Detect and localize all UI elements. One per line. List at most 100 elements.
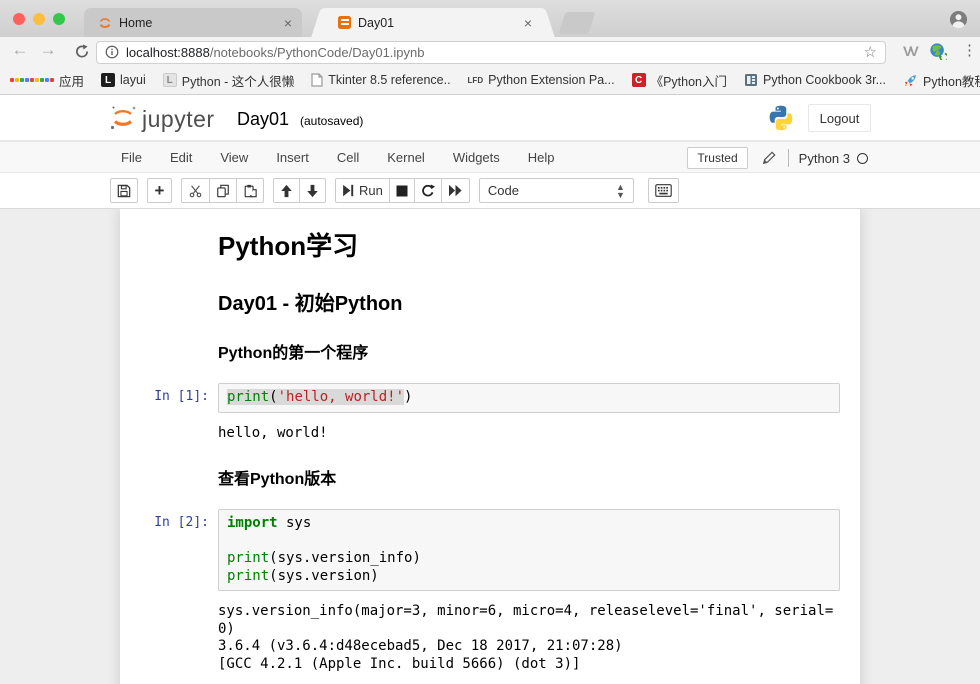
layui-icon: L [101, 73, 115, 87]
bookmark-python-tutorial[interactable]: Python教程 [903, 71, 980, 90]
profile-avatar-icon[interactable] [949, 10, 968, 29]
bookmark-label: 应用 [59, 71, 84, 90]
bookmark-python-extension[interactable]: LFD Python Extension Pa... [468, 73, 615, 87]
paste-cell-button[interactable] [237, 178, 264, 203]
book-icon [744, 73, 758, 87]
menu-cell[interactable]: Cell [337, 150, 359, 165]
tab-day01[interactable]: Day01 × [324, 8, 542, 37]
bookmark-python-intro[interactable]: C 《Python入门 [632, 71, 727, 90]
code-cell-2[interactable]: In [2]: import sys print(sys.version_inf… [135, 504, 845, 596]
menu-edit[interactable]: Edit [170, 150, 192, 165]
save-button[interactable] [110, 178, 138, 203]
chrome-menu-icon[interactable]: ⋮ [962, 41, 977, 59]
tab-close-icon[interactable]: × [524, 15, 532, 31]
menu-list: File Edit View Insert Cell Kernel Widget… [121, 150, 583, 165]
code-lines: import sys print(sys.version_info) print… [227, 515, 831, 585]
markdown-cell-first-program[interactable]: Python的第一个程序 [135, 323, 845, 370]
reload-button[interactable] [70, 44, 94, 59]
code-input-area[interactable]: import sys print(sys.version_info) print… [218, 509, 840, 591]
tab-home[interactable]: Home × [84, 8, 302, 37]
restart-icon [421, 184, 435, 198]
output-cell-2: sys.version_info(major=3, minor=6, micro… [135, 596, 845, 680]
notebook-title[interactable]: Day01 [237, 109, 289, 130]
kernel-idle-icon [857, 153, 868, 164]
url-bar[interactable]: localhost:8888 /notebooks/PythonCode/Day… [96, 41, 886, 64]
bookmark-cookbook[interactable]: Python Cookbook 3r... [744, 73, 886, 87]
bookmark-star-icon[interactable]: ☆ [864, 43, 877, 61]
mac-minimize-button[interactable] [33, 13, 45, 25]
cell-type-value: Code [488, 183, 519, 198]
tab-title: Day01 [358, 16, 518, 30]
markdown-cell-title[interactable]: Python学习 [135, 215, 845, 270]
forward-button[interactable]: → [36, 40, 60, 60]
new-tab-button[interactable] [558, 12, 595, 34]
interrupt-kernel-button[interactable] [390, 178, 415, 203]
mac-zoom-button[interactable] [53, 13, 65, 25]
mac-close-button[interactable] [13, 13, 25, 25]
translate-globe-icon[interactable] [929, 42, 947, 60]
tab-close-icon[interactable]: × [284, 15, 292, 31]
menu-kernel[interactable]: Kernel [387, 150, 425, 165]
run-label: Run [359, 183, 383, 198]
back-button[interactable]: ← [8, 40, 32, 60]
move-cell-up-button[interactable] [273, 178, 300, 203]
cell-type-select[interactable]: Code ▲▼ [479, 178, 634, 203]
markdown-cell-day01[interactable]: Day01 - 初始Python [135, 270, 845, 323]
restart-run-all-button[interactable] [442, 178, 470, 203]
logout-button[interactable]: Logout [808, 104, 871, 132]
prompt-empty [140, 275, 218, 318]
run-cell-button[interactable]: Run [335, 178, 390, 203]
lfd-icon: LFD [468, 76, 484, 85]
bookmark-python-blog[interactable]: L Python - 这个人很懒 [163, 71, 295, 90]
select-arrows-icon: ▲▼ [616, 183, 625, 199]
bookmark-apps[interactable]: 应用 [10, 71, 84, 90]
heading-python-study: Python学习 [218, 226, 840, 263]
notebook-toolbar: + [0, 173, 980, 209]
stop-icon [396, 185, 408, 197]
notebook-file-icon [338, 16, 351, 29]
arrow-up-icon [280, 184, 293, 198]
prompt-empty [140, 220, 218, 265]
extension-v-icon[interactable]: VV [903, 43, 916, 59]
heading-first-program: Python的第一个程序 [218, 339, 840, 363]
input-prompt: In [1]: [140, 383, 218, 413]
run-icon [342, 184, 354, 197]
restart-kernel-button[interactable] [415, 178, 442, 203]
bookmark-label: Python教程 [923, 71, 980, 90]
add-cell-button[interactable]: + [147, 178, 172, 203]
page-info-icon[interactable] [105, 45, 119, 59]
arrow-down-icon [306, 184, 319, 198]
copy-cell-button[interactable] [210, 178, 237, 203]
menu-widgets[interactable]: Widgets [453, 150, 500, 165]
menu-insert[interactable]: Insert [276, 150, 309, 165]
cut-cell-button[interactable] [181, 178, 210, 203]
code-input-area[interactable]: print('hello, world!') [218, 383, 840, 413]
heading-day01: Day01 - 初始Python [218, 287, 840, 316]
python-logo-icon [767, 104, 795, 132]
input-prompt: In [2]: [140, 509, 218, 591]
trusted-button[interactable]: Trusted [687, 147, 747, 169]
move-cell-down-button[interactable] [300, 178, 326, 203]
bookmark-label: 《Python入门 [651, 71, 727, 90]
menu-view[interactable]: View [220, 150, 248, 165]
rocket-icon [903, 73, 918, 88]
jupyter-header: jupyter Day01 (autosaved) Logout [0, 95, 980, 141]
kernel-name[interactable]: Python 3 [799, 151, 850, 166]
edit-pencil-icon[interactable] [762, 151, 776, 165]
url-path: /notebooks/PythonCode/Day01.ipynb [210, 45, 425, 60]
notebook-scroll-area[interactable]: Python学习 Day01 - 初始Python Python的第一个程序 I… [0, 209, 980, 684]
menu-file[interactable]: File [121, 150, 142, 165]
notebook-menubar: File Edit View Insert Cell Kernel Widget… [0, 141, 980, 173]
markdown-cell-version[interactable]: 查看Python版本 [135, 449, 845, 496]
menu-help[interactable]: Help [528, 150, 555, 165]
divider [788, 149, 789, 167]
prompt-empty [140, 454, 218, 491]
jupyter-logo[interactable]: jupyter [108, 103, 215, 133]
jupyter-spinner-icon [98, 16, 112, 30]
paste-icon [243, 184, 257, 198]
bookmark-layui[interactable]: L layui [101, 73, 146, 87]
code-cell-1[interactable]: In [1]: print('hello, world!') [135, 378, 845, 418]
copy-icon [216, 184, 230, 198]
bookmark-tkinter[interactable]: Tkinter 8.5 reference.. [311, 73, 450, 87]
command-palette-button[interactable] [648, 178, 679, 203]
